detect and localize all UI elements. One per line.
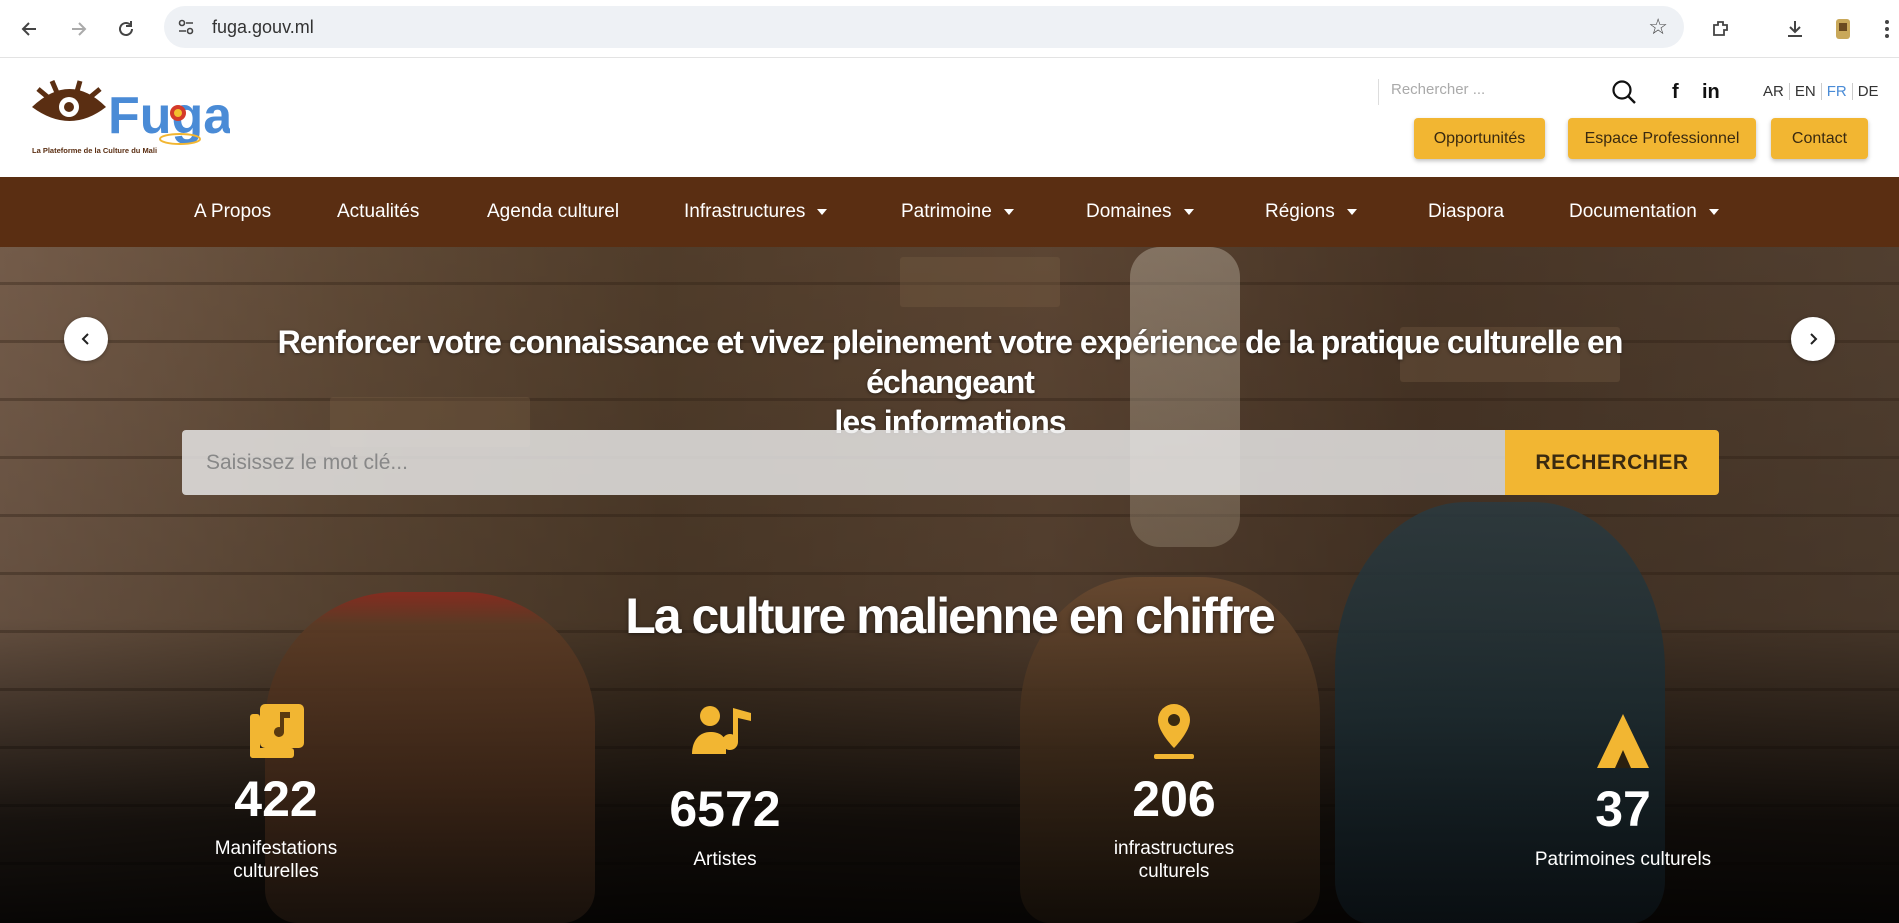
stats-title: La culture malienne en chiffre [625,588,1276,644]
main-navigation: A Propos Actualités Agenda culturel Infr… [0,177,1899,247]
logo-text: Fuga [108,87,230,145]
caret-down-icon [1346,209,1357,215]
hero-search-input[interactable] [182,430,1505,495]
nav-item-agenda-culturel[interactable]: Agenda culturel [487,177,619,247]
bookmark-star-icon[interactable]: ☆ [1648,14,1668,40]
extensions-icon[interactable] [1704,12,1738,46]
nav-item-documentation[interactable]: Documentation [1569,177,1719,247]
nav-item-actualites[interactable]: Actualités [337,177,419,247]
nav-item-domaines[interactable]: Domaines [1086,177,1194,247]
chevron-left-icon [81,333,89,345]
profile-icon[interactable] [1826,12,1860,46]
language-switcher: AR EN FR DE [1758,83,1884,100]
download-icon[interactable] [1778,12,1812,46]
nav-item-regions[interactable]: Régions [1265,177,1357,247]
stat-patrimoines: 37 Patrimoines culturels [1473,702,1773,902]
stat-label: Patrimoines culturels [1534,849,1712,870]
menu-icon[interactable] [1870,12,1899,46]
nav-item-infrastructures[interactable]: Infrastructures [684,177,828,247]
music-album-icon [250,704,304,758]
stat-manifestations: 422 Manifestations culturelles [126,702,426,902]
rechercher-button[interactable]: RECHERCHER [1505,430,1719,495]
nav-item-a-propos[interactable]: A Propos [194,177,271,247]
hero-title: Renforcer votre connaissance et vivez pl… [250,322,1650,442]
background-stone [900,257,1060,307]
forward-arrow-icon[interactable] [62,13,94,45]
contact-button[interactable]: Contact [1771,118,1868,159]
opportunites-button[interactable]: Opportunités [1414,118,1545,159]
caret-down-icon [817,209,828,215]
hero-section: Renforcer votre connaissance et vivez pl… [0,247,1899,923]
linkedin-icon[interactable]: in [1702,81,1720,104]
lang-fr[interactable]: FR [1822,83,1853,100]
stat-value: 422 [234,771,318,827]
nav-item-patrimoine[interactable]: Patrimoine [901,177,1014,247]
logo-tagline: La Plateforme de la Culture du Mali [32,146,157,155]
stat-value: 6572 [669,781,781,837]
browser-toolbar: fuga.gouv.ml ☆ [0,0,1899,58]
address-bar[interactable]: fuga.gouv.ml ☆ [164,6,1684,48]
url-text[interactable]: fuga.gouv.ml [212,17,314,38]
carousel-next-button[interactable] [1791,317,1835,361]
artist-music-icon [692,706,751,754]
stat-label: Artistes [693,849,757,870]
stat-value: 206 [1132,771,1216,827]
espace-professionnel-button[interactable]: Espace Professionnel [1568,118,1756,159]
carousel-prev-button[interactable] [64,317,108,361]
hero-search: RECHERCHER [182,430,1719,495]
site-info-icon[interactable] [172,13,200,41]
site-header: Fuga La Plateforme de la Culture du Mali… [0,59,1899,177]
reload-icon[interactable] [110,13,142,45]
map-pin-icon [1154,704,1194,759]
stat-artistes: 6572 Artistes [575,702,875,902]
lang-de[interactable]: DE [1853,83,1884,100]
stat-value: 37 [1595,781,1651,837]
stat-label: Manifestations culturelles [214,838,338,882]
caret-down-icon [1183,209,1194,215]
lang-ar[interactable]: AR [1758,83,1790,100]
chevron-right-icon [1810,333,1818,345]
stat-label: infrastructures culturels [1113,838,1235,882]
nav-item-diaspora[interactable]: Diaspora [1428,177,1504,247]
search-icon[interactable] [1610,78,1638,106]
facebook-icon[interactable]: f [1672,81,1679,104]
top-search [1378,79,1618,105]
lang-en[interactable]: EN [1790,83,1822,100]
top-search-input[interactable] [1391,81,1571,98]
back-arrow-icon[interactable] [14,13,46,45]
caret-down-icon [1708,209,1719,215]
hero-title-line1: Renforcer votre connaissance et vivez pl… [277,324,1624,400]
stat-infrastructures: 206 infrastructures culturels [1024,702,1324,902]
caret-down-icon [1003,209,1014,215]
heritage-mountain-icon [1597,714,1649,768]
fuga-logo[interactable]: Fuga La Plateforme de la Culture du Mali [30,77,230,161]
